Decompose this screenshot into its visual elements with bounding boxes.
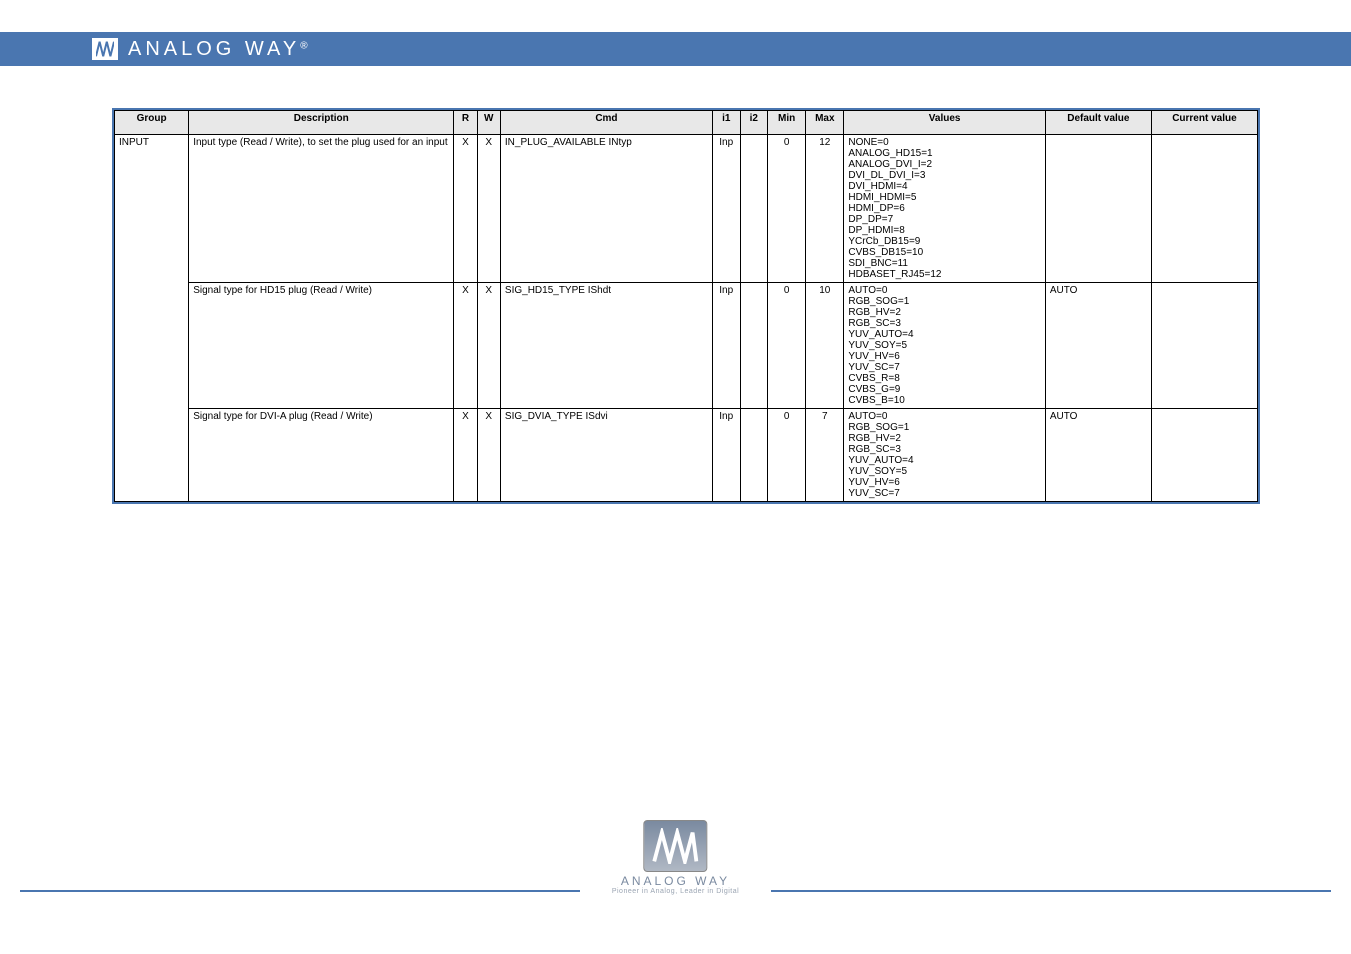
- table-header-row: Group Description R W Cmd i1 i2 Min Max …: [115, 111, 1258, 135]
- th-i2: i2: [740, 111, 768, 135]
- footer-brand: ANALOG WAY: [612, 874, 739, 888]
- cell: 10: [806, 283, 844, 409]
- cell: 0: [768, 135, 806, 283]
- th-cmd: Cmd: [500, 111, 712, 135]
- table-row: INPUTInput type (Read / Write), to set t…: [115, 135, 1258, 283]
- table-row: Signal type for HD15 plug (Read / Write)…: [115, 283, 1258, 409]
- cell: AUTO=0 RGB_SOG=1 RGB_HV=2 RGB_SC=3 YUV_A…: [844, 283, 1045, 409]
- cell: 0: [768, 409, 806, 502]
- cell: [1151, 283, 1257, 409]
- cell: NONE=0 ANALOG_HD15=1 ANALOG_DVI_I=2 DVI_…: [844, 135, 1045, 283]
- footer-logo: ANALOG WAY Pioneer in Analog, Leader in …: [612, 820, 739, 895]
- command-table: Group Description R W Cmd i1 i2 Min Max …: [112, 108, 1260, 504]
- cell: X: [477, 409, 500, 502]
- cell: 12: [806, 135, 844, 283]
- th-values: Values: [844, 111, 1045, 135]
- th-i1: i1: [712, 111, 740, 135]
- page-title: Programmer's Guide: [967, 62, 1263, 96]
- cell: X: [454, 135, 477, 283]
- cell: Signal type for DVI-A plug (Read / Write…: [189, 409, 454, 502]
- cell: SIG_DVIA_TYPE ISdvi: [500, 409, 712, 502]
- cell: Inp: [712, 283, 740, 409]
- cell: X: [454, 409, 477, 502]
- cell: Input type (Read / Write), to set the pl…: [189, 135, 454, 283]
- cell: 7: [806, 409, 844, 502]
- header-logo-group: ANALOG WAY®: [92, 38, 308, 61]
- cell: Inp: [712, 409, 740, 502]
- cell: AUTO=0 RGB_SOG=1 RGB_HV=2 RGB_SC=3 YUV_A…: [844, 409, 1045, 502]
- cell: [1045, 135, 1151, 283]
- cell: Inp: [712, 135, 740, 283]
- footer-rule-right: [771, 890, 1331, 892]
- cell: Signal type for HD15 plug (Read / Write): [189, 283, 454, 409]
- th-r: R: [454, 111, 477, 135]
- cell: [1151, 409, 1257, 502]
- th-min: Min: [768, 111, 806, 135]
- cell: [740, 409, 768, 502]
- cell: X: [477, 283, 500, 409]
- cell: IN_PLUG_AVAILABLE INtyp: [500, 135, 712, 283]
- logo-icon: [92, 38, 118, 60]
- footer-tagline: Pioneer in Analog, Leader in Digital: [612, 888, 739, 895]
- cell: X: [477, 135, 500, 283]
- cell: AUTO: [1045, 283, 1151, 409]
- brand-name: ANALOG WAY®: [128, 38, 308, 61]
- th-current: Current value: [1151, 111, 1257, 135]
- cell: SIG_HD15_TYPE IShdt: [500, 283, 712, 409]
- table-row: Signal type for DVI-A plug (Read / Write…: [115, 409, 1258, 502]
- cell: X: [454, 283, 477, 409]
- header-bar: ANALOG WAY® Programmer's Guide: [0, 32, 1351, 66]
- cell: INPUT: [115, 135, 189, 502]
- th-description: Description: [189, 111, 454, 135]
- th-w: W: [477, 111, 500, 135]
- footer-rule-left: [20, 890, 580, 892]
- cell: AUTO: [1045, 409, 1151, 502]
- cell: [740, 135, 768, 283]
- th-default: Default value: [1045, 111, 1151, 135]
- cell: [1151, 135, 1257, 283]
- footer-badge-icon: [643, 820, 707, 872]
- th-group: Group: [115, 111, 189, 135]
- th-max: Max: [806, 111, 844, 135]
- cell: [740, 283, 768, 409]
- cell: 0: [768, 283, 806, 409]
